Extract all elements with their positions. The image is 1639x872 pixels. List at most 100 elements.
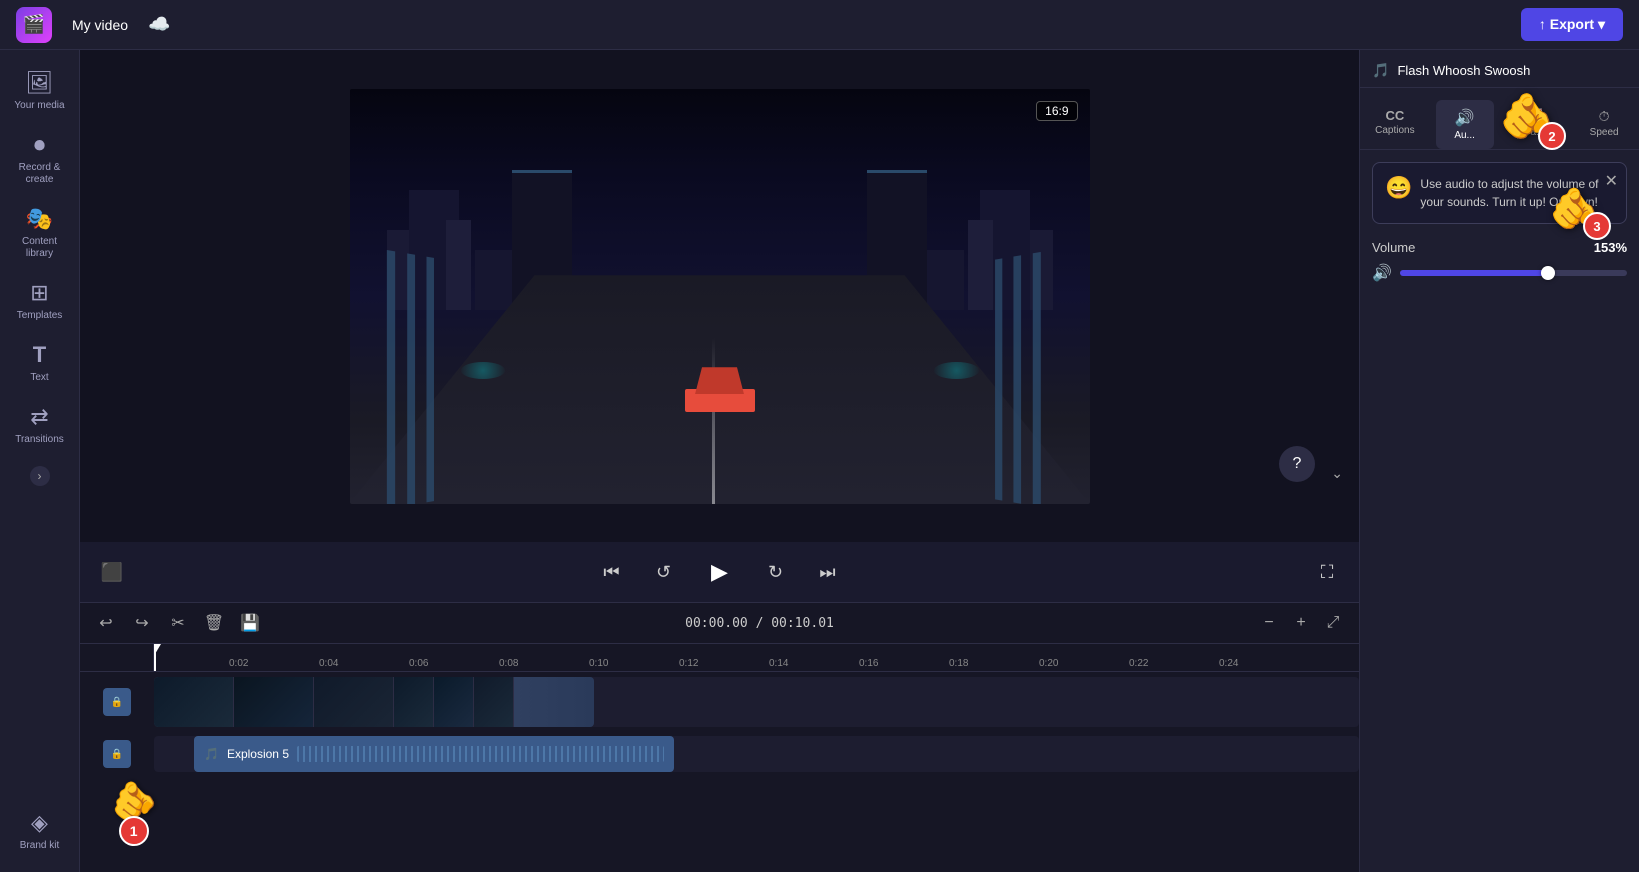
timeline-ruler-row: 0:02 0:04 0:06 0:08 0:10 0:12 0:14 0:16 … bbox=[80, 644, 1359, 672]
ruler-mark-024: 0:24 bbox=[1219, 658, 1238, 669]
guardrail-left bbox=[386, 250, 443, 504]
audio-clip-icon: 🎵 bbox=[204, 747, 219, 761]
clip-thumb-2 bbox=[234, 677, 314, 727]
sidebar-item-record[interactable]: ⏺ Record & create bbox=[5, 124, 75, 194]
templates-icon: ⊞ bbox=[30, 280, 48, 306]
ruler-mark-002: 0:02 bbox=[229, 658, 248, 669]
collapse-panel-button[interactable]: ⌄ bbox=[1331, 465, 1343, 482]
brand-kit-icon: ◈ bbox=[31, 810, 48, 836]
panel-tab-audio[interactable]: 🔊 Au... bbox=[1436, 100, 1494, 149]
clip-thumb-5 bbox=[434, 677, 474, 727]
play-button[interactable]: ▶ bbox=[700, 552, 740, 592]
sidebar-item-templates[interactable]: ⊞ Templates bbox=[5, 272, 75, 330]
preview-video: 16:9 bbox=[350, 89, 1090, 504]
screenshot-button[interactable]: ⬛ bbox=[96, 556, 128, 588]
video-track-lock-button[interactable]: 🔒 bbox=[103, 688, 131, 716]
ruler-mark-006: 0:06 bbox=[409, 658, 428, 669]
fast-forward-button[interactable]: ↻ bbox=[760, 556, 792, 588]
cut-button[interactable]: ✂ bbox=[164, 609, 192, 637]
tooltip-close-button[interactable]: ✕ bbox=[1605, 171, 1618, 191]
panel-tab-speed[interactable]: ⏱ Speed bbox=[1575, 100, 1633, 149]
sidebar-label-templates: Templates bbox=[17, 310, 63, 322]
speed-tab-icon: ⏱ bbox=[1599, 108, 1610, 125]
sidebar-item-transitions[interactable]: ⇄ Transitions bbox=[5, 396, 75, 454]
project-name-button[interactable]: My video bbox=[64, 13, 136, 37]
volume-section: Volume 153% 🔊 bbox=[1372, 240, 1627, 283]
audio-tab-label: Au... bbox=[1454, 130, 1475, 141]
audio-track-content[interactable]: 🎵 Explosion 5 bbox=[154, 736, 1359, 772]
sidebar-item-content-library[interactable]: 🎭 Content library bbox=[5, 198, 75, 268]
sidebar-item-your-media[interactable]: 🖼 Your media bbox=[5, 62, 75, 120]
time-display: 00:00.00 / 00:10.01 bbox=[272, 616, 1247, 631]
audio-clip-name: Explosion 5 bbox=[227, 747, 289, 761]
speed-tab-label: Speed bbox=[1590, 127, 1619, 138]
volume-slider-track[interactable] bbox=[1400, 270, 1627, 276]
ruler-mark-010: 0:10 bbox=[589, 658, 608, 669]
redo-button[interactable]: ↪ bbox=[128, 609, 156, 637]
sidebar-expand-button[interactable]: › bbox=[30, 466, 50, 486]
sidebar-label-text: Text bbox=[30, 372, 48, 384]
delete-button[interactable]: 🗑 bbox=[200, 609, 228, 637]
annotation2-container: 🫵 2 bbox=[1499, 90, 1554, 142]
volume-slider-thumb[interactable] bbox=[1541, 266, 1555, 280]
video-track-row: 🔒 bbox=[80, 672, 1359, 732]
ruler-mark-008: 0:08 bbox=[499, 658, 518, 669]
sidebar-label-brand-kit: Brand kit bbox=[20, 840, 59, 852]
panel-header: 🎵 Flash Whoosh Swoosh bbox=[1360, 50, 1639, 88]
export-button[interactable]: ↑ Export ▾ bbox=[1521, 8, 1623, 41]
audio-panel-content: ✕ 😄 Use audio to adjust the volume of yo… bbox=[1360, 150, 1639, 872]
main-layout: 🖼 Your media ⏺ Record & create 🎭 Content… bbox=[0, 50, 1639, 872]
rewind-button[interactable]: ↺ bbox=[648, 556, 680, 588]
help-button[interactable]: ? bbox=[1279, 446, 1315, 482]
light-right bbox=[934, 362, 978, 379]
undo-button[interactable]: ↩ bbox=[92, 609, 120, 637]
transitions-icon: ⇄ bbox=[30, 404, 48, 430]
timeline-area: ↩ ↪ ✂ 🗑 💾 00:00.00 / 00:10.01 − + ⤢ bbox=[80, 602, 1359, 872]
ruler-mark-016: 0:16 bbox=[859, 658, 878, 669]
sidebar-item-brand-kit[interactable]: ◈ Brand kit bbox=[5, 802, 75, 860]
car bbox=[685, 367, 755, 412]
fullscreen-button[interactable]: ⛶ bbox=[1311, 556, 1343, 588]
sidebar-label-your-media: Your media bbox=[14, 100, 64, 112]
volume-label: Volume bbox=[1372, 240, 1415, 255]
volume-slider-row: 🔊 bbox=[1372, 263, 1627, 283]
step-badge-3: 3 bbox=[1583, 212, 1611, 240]
center-area: 16:9 ? ⌄ ⬛ ⏮ ↺ ▶ ↻ ⏭ ⛶ ↩ ↪ ✂ � bbox=[80, 50, 1359, 872]
topbar: 🎬 My video ☁️ ↑ Export ▾ bbox=[0, 0, 1639, 50]
content-library-icon: 🎭 bbox=[26, 206, 53, 232]
ruler-left-spacer bbox=[80, 644, 154, 671]
app-logo: 🎬 bbox=[16, 7, 52, 43]
sidebar-label-content-library: Content library bbox=[9, 236, 71, 260]
captions-tab-label: Captions bbox=[1375, 125, 1414, 136]
skip-start-button[interactable]: ⏮ bbox=[596, 556, 628, 588]
annotation3-container: 🫵 3 bbox=[1549, 185, 1599, 232]
annotation-step2: 🫵 2 bbox=[1499, 90, 1554, 142]
ruler-container: 0:02 0:04 0:06 0:08 0:10 0:12 0:14 0:16 … bbox=[154, 644, 1359, 671]
clip-thumb-6 bbox=[474, 677, 514, 727]
panel-tab-captions[interactable]: CC Captions bbox=[1366, 100, 1424, 149]
video-track-content[interactable] bbox=[154, 677, 1359, 727]
save-button[interactable]: 💾 bbox=[236, 609, 264, 637]
ruler-mark-020: 0:20 bbox=[1039, 658, 1058, 669]
sidebar-label-record: Record & create bbox=[9, 162, 71, 186]
zoom-in-button[interactable]: + bbox=[1287, 609, 1315, 637]
skip-end-button[interactable]: ⏭ bbox=[812, 556, 844, 588]
ruler-mark-012: 0:12 bbox=[679, 658, 698, 669]
guardrail-right bbox=[995, 250, 1052, 504]
ruler-mark-018: 0:18 bbox=[949, 658, 968, 669]
zoom-controls: − + ⤢ bbox=[1255, 609, 1347, 637]
sidebar-item-text[interactable]: T Text bbox=[5, 334, 75, 392]
zoom-out-button[interactable]: − bbox=[1255, 609, 1283, 637]
light-left bbox=[461, 362, 505, 379]
ruler-marks: 0:02 0:04 0:06 0:08 0:10 0:12 0:14 0:16 … bbox=[154, 644, 1359, 671]
record-icon: ⏺ bbox=[34, 132, 45, 158]
audio-track-lock-button[interactable]: 🔒 bbox=[103, 740, 131, 768]
text-icon: T bbox=[33, 342, 46, 368]
clip-thumb-3 bbox=[314, 677, 394, 727]
annotation-step1: 🫵 1 bbox=[110, 780, 157, 846]
panel-music-icon: 🎵 bbox=[1372, 62, 1389, 79]
volume-value: 153% bbox=[1594, 240, 1627, 255]
expand-timeline-button[interactable]: ⤢ bbox=[1319, 609, 1347, 637]
video-track-label: 🔒 bbox=[80, 688, 154, 716]
volume-slider-fill bbox=[1400, 270, 1548, 276]
